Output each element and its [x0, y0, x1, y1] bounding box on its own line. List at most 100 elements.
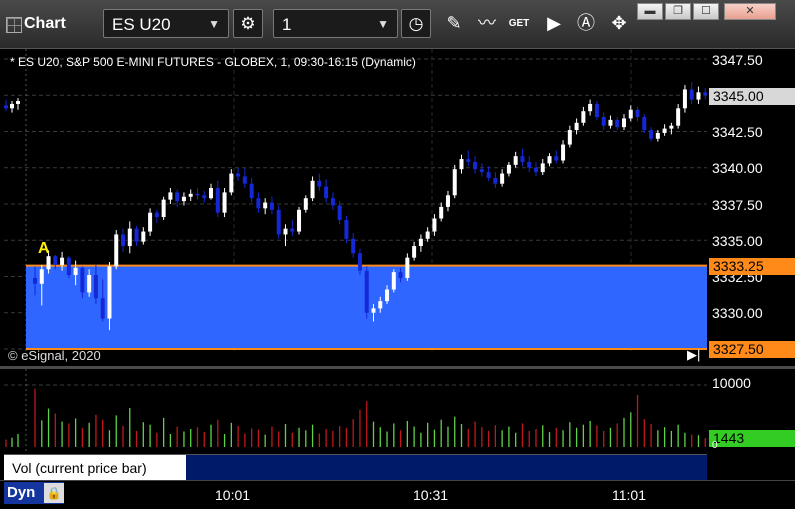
- candle-body: [513, 156, 518, 165]
- candle-body: [391, 272, 396, 290]
- candle-body: [547, 156, 552, 164]
- pencil-icon[interactable]: ✎: [441, 9, 467, 38]
- price-axis[interactable]: 3347.50 3345.00 3342.50 3340.00 3337.50 …: [707, 49, 795, 358]
- symbol-line: * ES U20, S&P 500 E-MINI FUTURES - GLOBE…: [10, 55, 416, 69]
- candle-body: [466, 159, 471, 162]
- candle-body: [121, 234, 126, 247]
- chevron-down-icon[interactable]: ▼: [208, 10, 220, 39]
- candle-body: [506, 164, 511, 174]
- candle-body: [229, 173, 234, 193]
- interval-combo[interactable]: 1 ▼: [273, 9, 398, 38]
- study-close-icon[interactable]: x: [172, 453, 178, 465]
- minimize-icon[interactable]: ▬: [637, 3, 663, 20]
- candle-body: [371, 308, 376, 313]
- study-label[interactable]: Vol (current price bar): [4, 455, 186, 481]
- time-axis[interactable]: 10:01 10:31 11:01: [0, 480, 795, 509]
- candle-body: [263, 202, 268, 209]
- chart-window: Chart ES U20 ▼ ⚙ 1 ▼ ◷ ✎ 〰 GET ▶ Ⓐ ✥ ▬ ❐…: [0, 0, 795, 509]
- dyn-label: Dyn: [7, 484, 36, 501]
- candle-body: [195, 193, 200, 196]
- candle-body: [175, 192, 180, 202]
- candle-body: [439, 206, 444, 219]
- price-chart[interactable]: [4, 49, 707, 351]
- candle-body: [236, 173, 241, 177]
- candle-body: [222, 192, 227, 213]
- candle-body: [283, 228, 288, 235]
- candle-body: [297, 209, 302, 232]
- candle-body: [696, 92, 701, 100]
- candle-body: [242, 176, 247, 184]
- candle-body: [689, 89, 694, 100]
- get-icon[interactable]: GET: [506, 9, 532, 38]
- time-label: 10:01: [215, 487, 251, 503]
- candle-body: [479, 169, 484, 173]
- symbol-combo[interactable]: ES U20 ▼: [103, 9, 229, 38]
- candle-body: [615, 119, 620, 128]
- candle-body: [148, 212, 153, 232]
- volume-pane[interactable]: [4, 369, 707, 454]
- expand-icon[interactable]: ✥: [606, 9, 632, 38]
- dynamic-scale-button[interactable]: Dyn 🔒: [4, 482, 64, 504]
- maximize-icon[interactable]: ☐: [693, 3, 719, 20]
- symbol-value: ES U20: [112, 15, 171, 34]
- chart-grid-icon: [6, 17, 22, 33]
- price-label: 3335.00: [712, 233, 763, 249]
- volume-axis: 10000 1443 0: [707, 369, 795, 454]
- candle-body: [100, 298, 105, 319]
- candle-body: [540, 163, 545, 173]
- volume-last-tag: 1443: [709, 430, 795, 447]
- candle-body: [80, 267, 85, 293]
- restore-icon[interactable]: ❐: [665, 3, 691, 20]
- candle-body: [412, 246, 417, 258]
- candle-body: [459, 159, 464, 170]
- candle-body: [621, 118, 626, 128]
- candle-body: [608, 119, 613, 126]
- candle-body: [53, 256, 58, 265]
- candle-body: [452, 169, 457, 196]
- scroll-to-end-icon[interactable]: ▶|: [687, 347, 700, 363]
- play-icon[interactable]: ▶: [541, 9, 567, 38]
- candle-body: [168, 192, 173, 200]
- candle-body: [533, 167, 538, 173]
- lock-icon[interactable]: 🔒: [44, 483, 64, 503]
- alert-icon[interactable]: Ⓐ: [573, 9, 599, 38]
- candle-body: [93, 275, 98, 299]
- candle-body: [107, 266, 112, 319]
- price-pane[interactable]: * ES U20, S&P 500 E-MINI FUTURES - GLOBE…: [4, 49, 708, 363]
- candle-body: [662, 128, 667, 133]
- volume-chart[interactable]: [4, 369, 707, 454]
- close-icon[interactable]: ✕: [724, 3, 776, 20]
- candle-body: [127, 228, 132, 247]
- candle-body: [642, 117, 647, 131]
- study-icon[interactable]: 〰: [474, 9, 500, 38]
- candle-body: [649, 130, 654, 139]
- candle-body: [215, 188, 220, 213]
- candle-body: [87, 275, 92, 293]
- candle-body: [60, 257, 65, 265]
- candle-body: [344, 219, 349, 239]
- settings-gear-icon[interactable]: ⚙: [233, 9, 263, 38]
- candle-body: [594, 103, 599, 117]
- candle-body: [10, 103, 14, 109]
- candle-body: [16, 101, 20, 104]
- chevron-down-icon[interactable]: ▼: [377, 10, 389, 39]
- candle-body: [500, 173, 505, 184]
- clock-icon[interactable]: ◷: [401, 9, 431, 38]
- candle-body: [269, 202, 274, 210]
- candle-body: [385, 289, 390, 302]
- candle-body: [46, 256, 51, 270]
- candle-body: [486, 172, 491, 178]
- candle-body: [66, 257, 71, 276]
- candle-body: [351, 238, 356, 254]
- candle-body: [4, 105, 8, 109]
- marker-a[interactable]: A: [38, 240, 50, 258]
- candle-body: [73, 267, 78, 276]
- candle-body: [364, 270, 369, 313]
- candle-body: [310, 180, 315, 199]
- candle-body: [154, 212, 159, 218]
- candle-body: [33, 277, 37, 284]
- candle-body: [567, 130, 572, 145]
- candle-body: [161, 199, 166, 218]
- price-label: 3342.50: [712, 124, 763, 140]
- candle-body: [202, 195, 207, 199]
